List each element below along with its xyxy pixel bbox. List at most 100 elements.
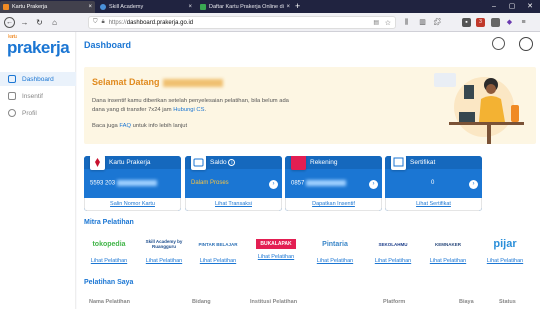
prakerja-logo[interactable]: kartu prakerja: [7, 34, 70, 58]
lihat-transaksi-link[interactable]: Lihat Transaksi: [185, 198, 282, 211]
welcome-line-2-end: .: [204, 107, 207, 113]
column-header: Status: [499, 299, 516, 305]
container-icon[interactable]: ▪: [462, 18, 471, 27]
salin-nomor-kartu-link[interactable]: Salin Nomor Kartu: [84, 198, 181, 211]
mitra-logo[interactable]: SEKOLAHMU: [369, 234, 417, 254]
reader-view-icon[interactable]: ▤: [373, 19, 379, 26]
mitra-item: BUKALAPAK Lihat Pelatihan: [252, 234, 300, 269]
arrow-right-icon[interactable]: ›: [269, 180, 278, 189]
close-tab-icon[interactable]: ×: [88, 4, 92, 10]
profile-addon-icon[interactable]: [491, 18, 500, 27]
card-value: Dalam Proses: [191, 180, 229, 186]
extension-icon[interactable]: 🧩︎: [433, 18, 442, 27]
close-window-icon[interactable]: ✕: [521, 0, 539, 13]
shield-addon-icon[interactable]: ◆: [505, 18, 514, 27]
new-tab-button[interactable]: +: [295, 0, 300, 13]
tab-skill-academy[interactable]: Skill Academy ×: [97, 1, 195, 13]
sidebar-item-dashboard[interactable]: Dashboard: [0, 72, 76, 86]
dapatkan-insentif-link[interactable]: Dapatkan Insentif: [285, 198, 382, 211]
faq-link[interactable]: FAQ: [119, 123, 131, 129]
mitra-item: Pintaria Lihat Pelatihan: [311, 234, 359, 269]
forward-icon[interactable]: →: [19, 17, 30, 28]
card-value: 0: [431, 180, 435, 186]
daftar-favicon: [200, 4, 206, 10]
library-icon[interactable]: ⫼: [402, 18, 411, 27]
close-tab-icon[interactable]: ×: [286, 4, 290, 10]
dashboard-icon: [8, 75, 16, 83]
back-icon[interactable]: ←: [4, 17, 15, 28]
bookmark-star-icon[interactable]: ☆: [385, 19, 391, 27]
mitra-logo[interactable]: Skill Academy by Ruangguru: [140, 234, 188, 254]
garuda-icon: [90, 156, 105, 170]
card-number: 5593 203: [90, 180, 116, 187]
card-rekening: Rekening 0857 › Dapatkan Insentif: [285, 156, 382, 211]
logo-top-text: kartu: [8, 34, 17, 40]
home-icon[interactable]: ⌂: [49, 17, 60, 28]
tab-kartu-prakerja[interactable]: Kartu Prakerja ×: [0, 1, 95, 13]
redacted-value: [306, 180, 347, 186]
sidebar: kartu prakerja Dashboard Insentif Profil: [0, 32, 76, 309]
card-sertifikat: Sertifikat 0 › Lihat Sertifikat: [385, 156, 482, 211]
mitra-logo[interactable]: pijar: [481, 234, 529, 254]
column-header: Nama Pelatihan: [89, 299, 130, 305]
tab-label: Skill Academy: [109, 4, 144, 10]
mitra-logo[interactable]: KEMNAKER: [424, 234, 472, 254]
lihat-pelatihan-link[interactable]: Lihat Pelatihan: [85, 258, 133, 264]
hubungi-cs-link[interactable]: Hubungi CS: [173, 107, 204, 113]
mitra-item: tokopedia Lihat Pelatihan: [85, 234, 133, 269]
lihat-pelatihan-link[interactable]: Lihat Pelatihan: [194, 258, 242, 264]
mitra-section-title: Mitra Pelatihan: [84, 219, 134, 226]
lihat-pelatihan-link[interactable]: Lihat Pelatihan: [424, 258, 472, 264]
user-avatar-icon[interactable]: [519, 37, 533, 51]
maximize-icon[interactable]: ▢: [503, 0, 521, 13]
mitra-item: KEMNAKER Lihat Pelatihan: [424, 234, 472, 269]
sidebar-item-insentif[interactable]: Insentif: [0, 89, 76, 103]
sidebar-toggle-icon[interactable]: ▥: [418, 18, 427, 27]
lihat-pelatihan-link[interactable]: Lihat Pelatihan: [140, 258, 188, 264]
card-title: Sertifikat: [410, 159, 436, 166]
browser-toolbar: ← → ↻ ⌂ ⛉ 🔒︎ https://dashboard.prakerja.…: [0, 13, 540, 32]
lihat-pelatihan-link[interactable]: Lihat Pelatihan: [481, 258, 529, 264]
card-title-wrap: Saldo i: [210, 159, 236, 166]
lihat-pelatihan-link[interactable]: Lihat Pelatihan: [369, 258, 417, 264]
tab-label: Kartu Prakerja: [12, 4, 48, 10]
addon-badge-icon[interactable]: 3: [476, 18, 485, 27]
column-header: Platform: [383, 299, 406, 305]
reload-icon[interactable]: ↻: [34, 17, 45, 28]
url-host: dashboard.prakerja.go.id: [126, 19, 194, 26]
shield-icon: ⛉: [93, 19, 98, 25]
arrow-right-icon[interactable]: ›: [469, 180, 478, 189]
card-title: Rekening: [310, 159, 338, 166]
user-icon: [8, 109, 16, 117]
tab-daftar-prakerja[interactable]: Daftar Kartu Prakerja Online di ×: [197, 1, 293, 13]
lihat-pelatihan-link[interactable]: Lihat Pelatihan: [311, 258, 359, 264]
tab-label: Daftar Kartu Prakerja Online di: [209, 4, 284, 10]
address-bar[interactable]: ⛉ 🔒︎ https://dashboard.prakerja.go.id ▤ …: [88, 16, 396, 29]
sidebar-item-profil[interactable]: Profil: [0, 106, 76, 120]
welcome-description: Dana insentif kamu diberikan setelah pen…: [92, 97, 342, 115]
lihat-sertifikat-link[interactable]: Lihat Sertifikat: [385, 198, 482, 211]
minimize-icon[interactable]: –: [485, 0, 503, 13]
arrow-right-icon[interactable]: ›: [369, 180, 378, 189]
card-kartu-prakerja: Kartu Prakerja 5593 203 Salin Nomor Kart…: [84, 156, 181, 211]
certificate-icon: [391, 156, 406, 170]
mitra-item: pijar Lihat Pelatihan: [481, 234, 529, 269]
info-icon[interactable]: i: [228, 159, 236, 166]
welcome-line-2: dana yang di transfer 7x24 jam: [92, 107, 174, 113]
mitra-item: SEKOLAHMU Lihat Pelatihan: [369, 234, 417, 269]
url-scheme: https://: [108, 19, 127, 26]
mitra-logo[interactable]: BUKALAPAK: [256, 239, 296, 249]
mitra-logo[interactable]: tokopedia: [85, 234, 133, 254]
prakerja-favicon: [3, 4, 9, 10]
column-header: Biaya: [459, 299, 474, 305]
pelatihan-section-title: Pelatihan Saya: [84, 279, 134, 286]
notification-icon[interactable]: [492, 37, 505, 50]
card-value: 5593 203: [90, 180, 158, 187]
welcome-greeting: Selamat Datang: [92, 77, 160, 87]
lihat-pelatihan-link[interactable]: Lihat Pelatihan: [252, 254, 300, 260]
menu-icon[interactable]: ≡: [519, 18, 528, 27]
mitra-logo[interactable]: PINTAR BELAJAR: [194, 234, 242, 254]
mitra-logo[interactable]: Pintaria: [311, 234, 359, 254]
welcome-illustration: [434, 73, 524, 144]
close-tab-icon[interactable]: ×: [188, 4, 192, 10]
